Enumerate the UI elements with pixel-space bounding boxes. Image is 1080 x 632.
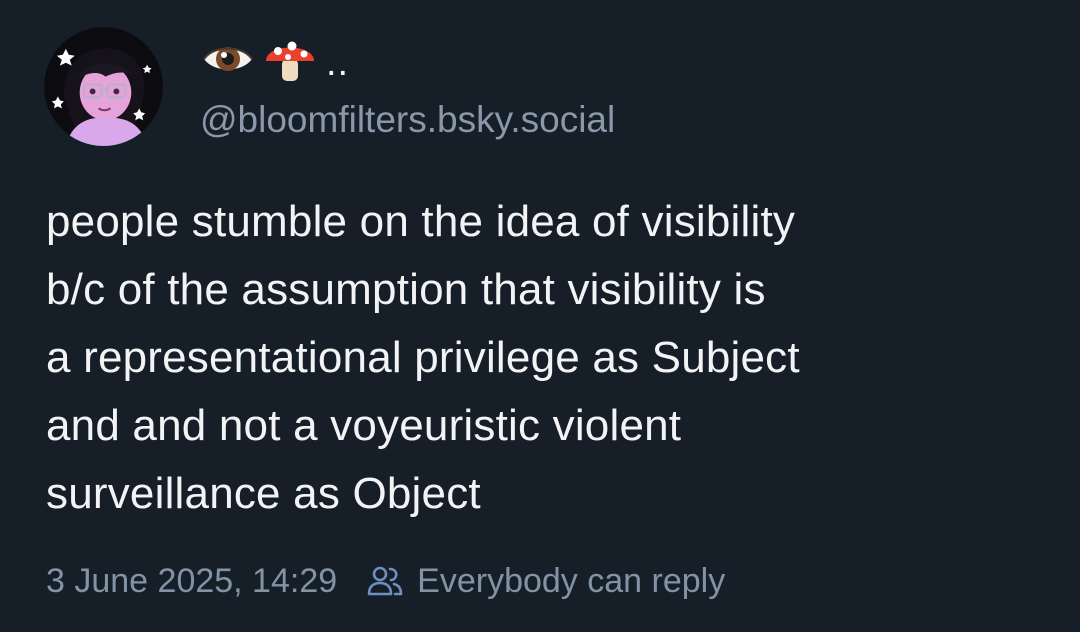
eye-emoji-icon (200, 31, 256, 87)
post-text-line: b/c of the assumption that visibility is (46, 265, 766, 314)
author-handle[interactable]: @bloomfilters.bsky.social (200, 96, 615, 144)
post-meta: 3 June 2025, 14:29 Everybody can reply (46, 556, 725, 606)
post-text-line: and and not a voyeuristic violent (46, 401, 682, 450)
post-timestamp[interactable]: 3 June 2025, 14:29 (46, 562, 337, 601)
display-name[interactable]: .. (200, 30, 349, 88)
post-text-line: a representational privilege as Subject (46, 333, 800, 382)
post-card: .. @bloomfilters.bsky.social people stum… (0, 0, 1080, 632)
avatar[interactable] (44, 27, 163, 146)
mushroom-emoji-icon (262, 31, 318, 87)
display-name-suffix: .. (326, 42, 350, 84)
reply-setting-label[interactable]: Everybody can reply (417, 562, 725, 601)
avatar-illustration-icon (44, 27, 163, 146)
post-text-line: surveillance as Object (46, 469, 481, 518)
post-text-line: people stumble on the idea of visibility (46, 197, 796, 246)
post-text: people stumble on the idea of visibility… (46, 188, 1056, 528)
people-icon (365, 561, 405, 601)
